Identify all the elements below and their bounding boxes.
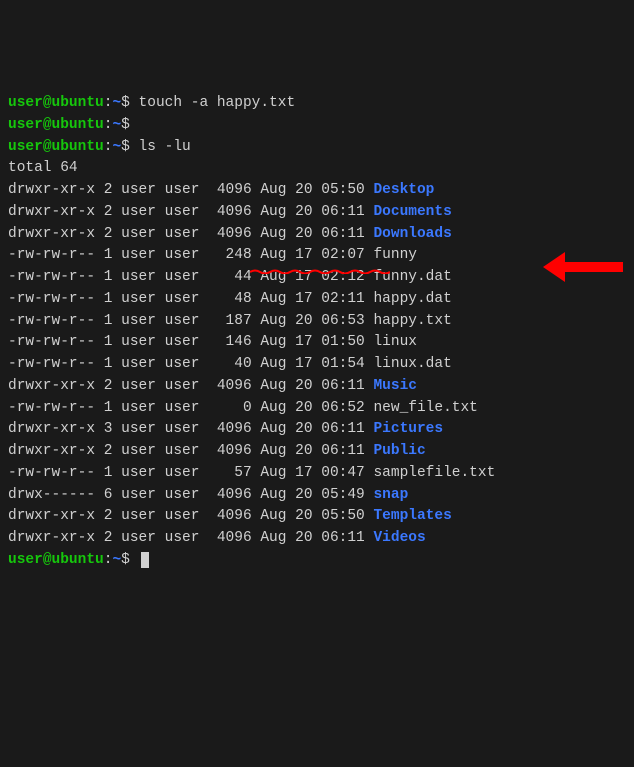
terminal-output[interactable]: user@ubuntu:~$ touch -a happy.txtuser@ub… (8, 93, 626, 572)
file-metadata: drwx------ 6 user user 4096 Aug 20 05:49 (8, 487, 373, 503)
prompt-user: user (8, 95, 43, 111)
command-line-1: user@ubuntu:~$ touch -a happy.txt (8, 93, 626, 115)
file-name: samplefile.txt (373, 465, 495, 481)
prompt-dollar: $ (121, 95, 130, 111)
prompt-at: @ (43, 95, 52, 111)
listing-row: -rw-rw-r-- 1 user user 146 Aug 17 01:50 … (8, 332, 626, 354)
file-name: Videos (373, 530, 425, 546)
file-metadata: -rw-rw-r-- 1 user user 40 Aug 17 01:54 (8, 356, 373, 372)
file-metadata: -rw-rw-r-- 1 user user 187 Aug 20 06:53 (8, 313, 373, 329)
file-metadata: drwxr-xr-x 2 user user 4096 Aug 20 05:50 (8, 508, 373, 524)
annotation-underline (250, 269, 390, 274)
file-name: Templates (373, 508, 451, 524)
prompt-at: @ (43, 139, 52, 155)
listing-row: drwxr-xr-x 2 user user 4096 Aug 20 06:11… (8, 376, 626, 398)
prompt-dollar: $ (121, 552, 130, 568)
file-name: Pictures (373, 421, 443, 437)
listing-row: drwx------ 6 user user 4096 Aug 20 05:49… (8, 485, 626, 507)
file-name: Downloads (373, 226, 451, 242)
command-text: ls -lu (130, 139, 191, 155)
annotation-arrow (543, 252, 623, 282)
prompt-user: user (8, 139, 43, 155)
file-name: linux (373, 334, 417, 350)
prompt-host: ubuntu (52, 139, 104, 155)
listing-row: -rw-rw-r-- 1 user user 48 Aug 17 02:11 h… (8, 289, 626, 311)
file-metadata: drwxr-xr-x 2 user user 4096 Aug 20 06:11 (8, 226, 373, 242)
listing-row: -rw-rw-r-- 1 user user 187 Aug 20 06:53 … (8, 311, 626, 333)
file-metadata: -rw-rw-r-- 1 user user 146 Aug 17 01:50 (8, 334, 373, 350)
listing-row: drwxr-xr-x 2 user user 4096 Aug 20 05:50… (8, 180, 626, 202)
prompt-at: @ (43, 117, 52, 133)
prompt-host: ubuntu (52, 95, 104, 111)
listing-row: drwxr-xr-x 2 user user 4096 Aug 20 06:11… (8, 224, 626, 246)
file-name: Desktop (373, 182, 434, 198)
listing-row: -rw-rw-r-- 1 user user 57 Aug 17 00:47 s… (8, 463, 626, 485)
listing-row: drwxr-xr-x 3 user user 4096 Aug 20 06:11… (8, 419, 626, 441)
listing-row: -rw-rw-r-- 1 user user 248 Aug 17 02:07 … (8, 245, 626, 267)
file-name: Music (373, 378, 417, 394)
listing-row: drwxr-xr-x 2 user user 4096 Aug 20 06:11… (8, 528, 626, 550)
file-name: new_file.txt (373, 400, 477, 416)
prompt-host: ubuntu (52, 117, 104, 133)
prompt-path: ~ (112, 95, 121, 111)
total-line: total 64 (8, 158, 626, 180)
file-metadata: drwxr-xr-x 2 user user 4096 Aug 20 06:11 (8, 443, 373, 459)
prompt-path: ~ (112, 117, 121, 133)
command-text: touch -a happy.txt (130, 95, 295, 111)
listing-row: -rw-rw-r-- 1 user user 0 Aug 20 06:52 ne… (8, 398, 626, 420)
prompt-path: ~ (112, 552, 121, 568)
command-line-cursor[interactable]: user@ubuntu:~$ (8, 550, 626, 572)
file-name: happy.dat (373, 291, 451, 307)
file-name: Documents (373, 204, 451, 220)
file-name: linux.dat (373, 356, 451, 372)
file-metadata: -rw-rw-r-- 1 user user 248 Aug 17 02:07 (8, 247, 373, 263)
file-name: funny (373, 247, 417, 263)
cursor (141, 552, 149, 568)
file-metadata: drwxr-xr-x 2 user user 4096 Aug 20 05:50 (8, 182, 373, 198)
file-metadata: drwxr-xr-x 3 user user 4096 Aug 20 06:11 (8, 421, 373, 437)
listing-row: drwxr-xr-x 2 user user 4096 Aug 20 06:11… (8, 441, 626, 463)
file-name: happy.txt (373, 313, 451, 329)
file-name: snap (373, 487, 408, 503)
prompt-dollar: $ (121, 139, 130, 155)
file-metadata: -rw-rw-r-- 1 user user 0 Aug 20 06:52 (8, 400, 373, 416)
prompt-at: @ (43, 552, 52, 568)
prompt-host: ubuntu (52, 552, 104, 568)
listing-row: drwxr-xr-x 2 user user 4096 Aug 20 06:11… (8, 202, 626, 224)
prompt-user: user (8, 552, 43, 568)
prompt-path: ~ (112, 139, 121, 155)
command-line-3: user@ubuntu:~$ ls -lu (8, 137, 626, 159)
file-metadata: drwxr-xr-x 2 user user 4096 Aug 20 06:11 (8, 530, 373, 546)
file-metadata: -rw-rw-r-- 1 user user 57 Aug 17 00:47 (8, 465, 373, 481)
prompt-user: user (8, 117, 43, 133)
file-metadata: drwxr-xr-x 2 user user 4096 Aug 20 06:11 (8, 204, 373, 220)
listing-row: -rw-rw-r-- 1 user user 40 Aug 17 01:54 l… (8, 354, 626, 376)
file-metadata: -rw-rw-r-- 1 user user 48 Aug 17 02:11 (8, 291, 373, 307)
prompt-dollar: $ (121, 117, 130, 133)
prompt-colon: : (104, 552, 113, 568)
file-name: Public (373, 443, 425, 459)
file-metadata: drwxr-xr-x 2 user user 4096 Aug 20 06:11 (8, 378, 373, 394)
listing-row: drwxr-xr-x 2 user user 4096 Aug 20 05:50… (8, 506, 626, 528)
command-line-2: user@ubuntu:~$ (8, 115, 626, 137)
